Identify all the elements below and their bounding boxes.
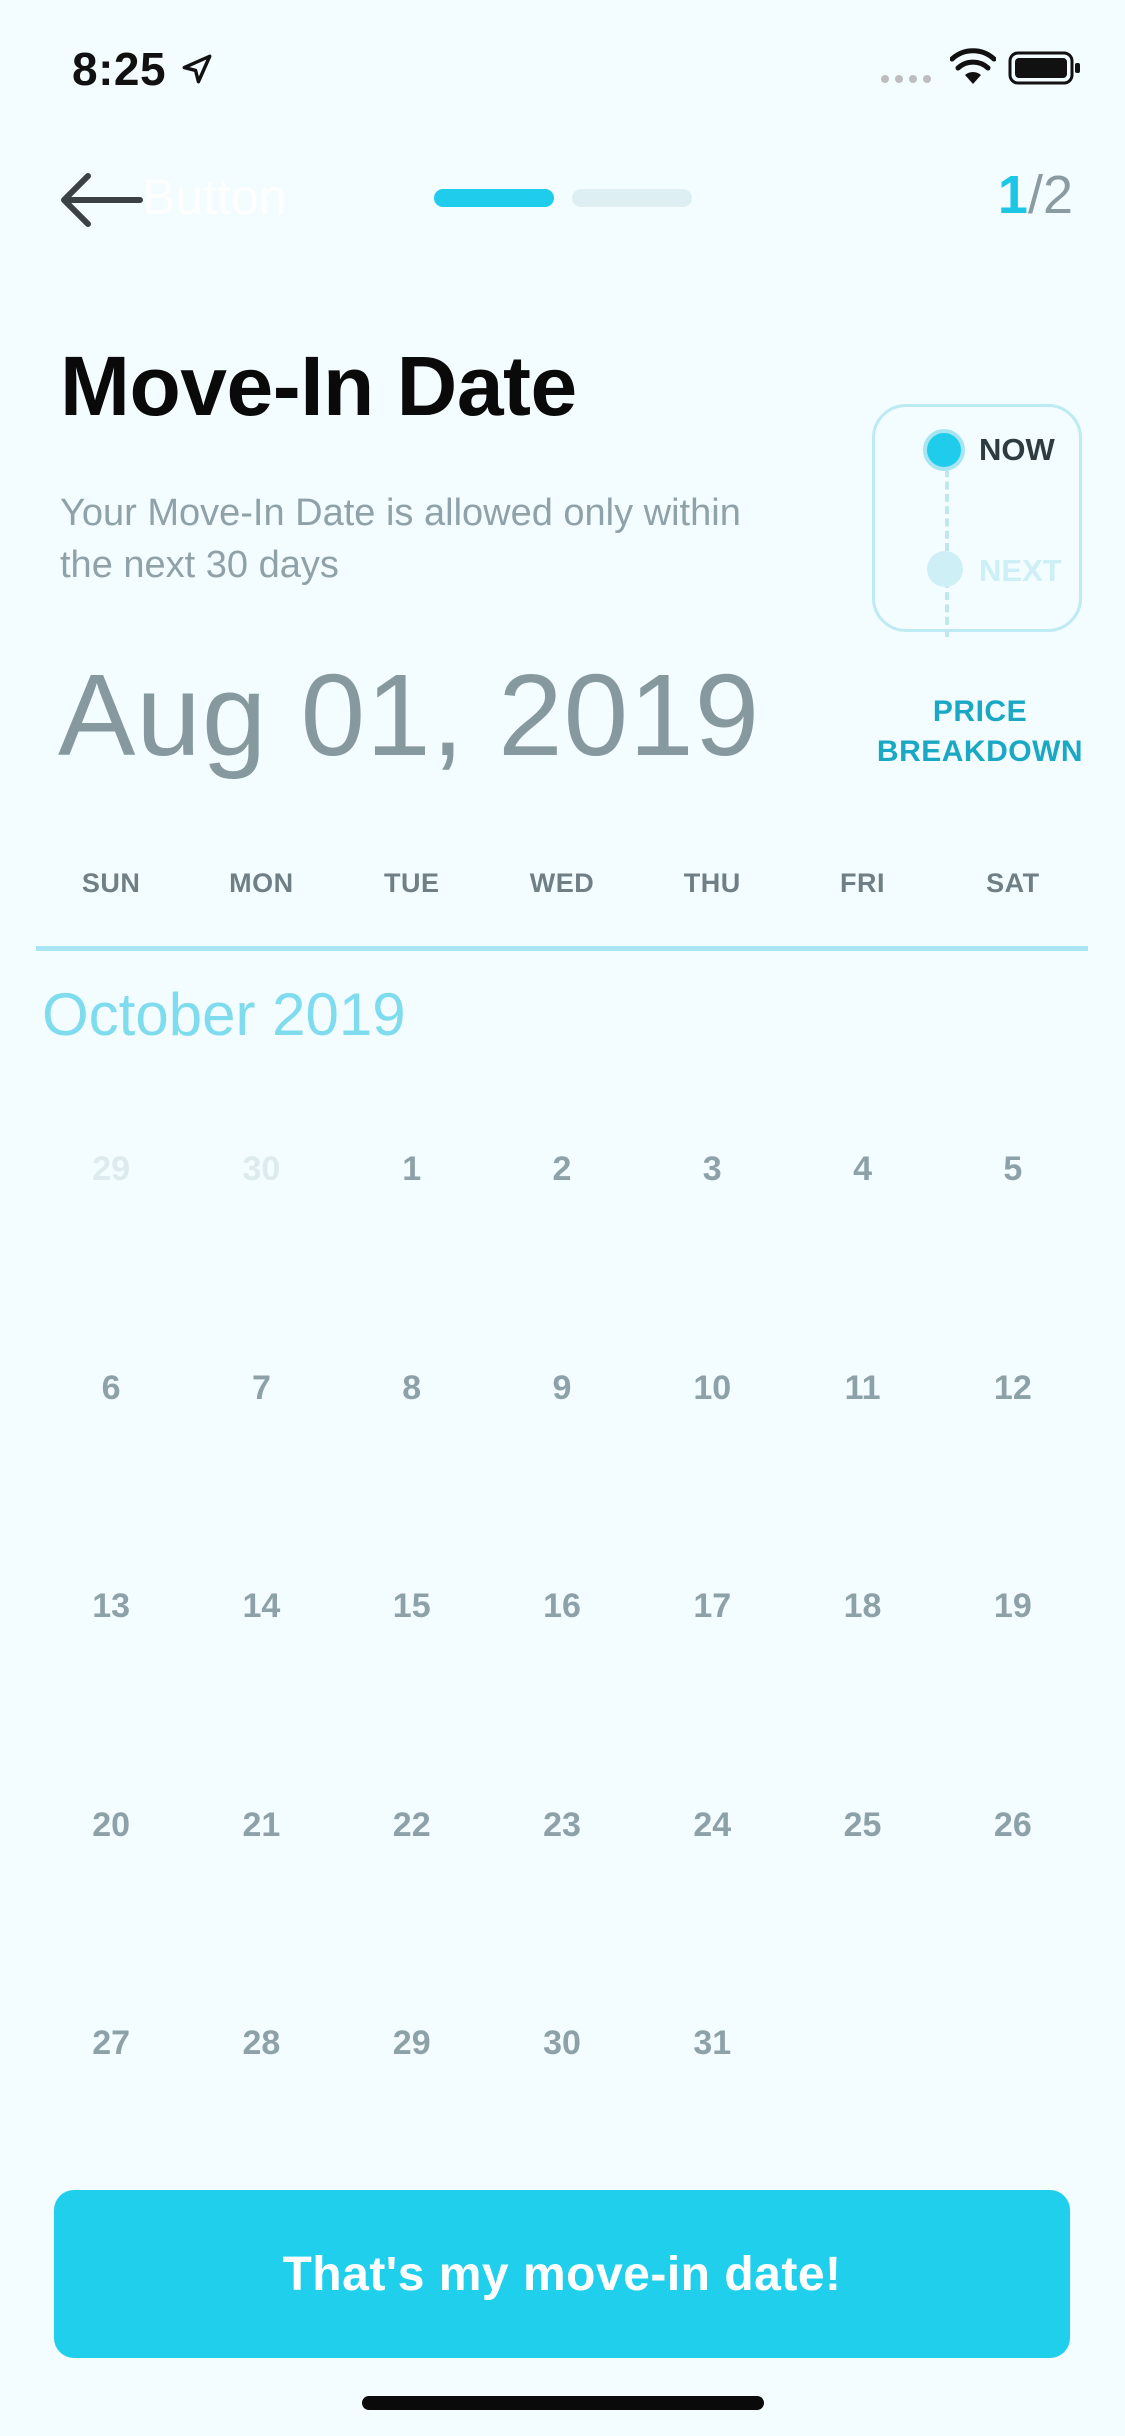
calendar-day[interactable]: 18 <box>787 1587 937 1806</box>
page-title: Move-In Date <box>60 339 577 433</box>
page-subtitle: Your Move-In Date is allowed only within… <box>60 492 741 586</box>
home-indicator <box>362 2396 764 2410</box>
weekday-header: SUN MON TUE WED THU FRI SAT <box>36 868 1088 918</box>
calendar-day[interactable]: 22 <box>337 1806 487 2025</box>
calendar-day[interactable]: 12 <box>938 1369 1088 1588</box>
weekday-divider <box>36 946 1088 951</box>
next-dot-icon <box>927 551 963 587</box>
progress-step-2 <box>572 189 692 207</box>
signal-icon <box>881 75 931 83</box>
calendar-week-row: 13 14 15 16 17 18 19 <box>36 1587 1088 1806</box>
calendar-day: 30 <box>242 1150 281 1188</box>
calendar-week-row: 20 21 22 23 24 25 26 <box>36 1806 1088 2025</box>
calendar-day: 29 <box>92 1150 131 1188</box>
calendar-grid: 29 30 1 2 3 4 5 6 7 8 9 10 11 12 13 14 15 16 17 18 19 20 21 22 2… <box>36 1150 1088 2243</box>
calendar-day[interactable]: 24 <box>637 1806 787 2025</box>
wifi-icon <box>950 48 996 84</box>
calendar-day[interactable]: 13 <box>36 1587 186 1806</box>
calendar-day[interactable]: 1 <box>337 1150 487 1369</box>
price-breakdown-link[interactable]: PRICE BREAKDOWN <box>870 692 1090 772</box>
calendar-day[interactable]: 25 <box>787 1806 937 2025</box>
battery-icon <box>1008 51 1080 85</box>
price-breakdown-line-2: BREAKDOWN <box>876 735 1084 768</box>
location-arrow-icon <box>182 54 212 84</box>
next-label: NEXT <box>979 553 1062 588</box>
back-button-hidden-label: Button <box>142 169 287 225</box>
calendar-day[interactable]: 11 <box>787 1369 937 1588</box>
calendar-day[interactable]: 2 <box>487 1150 637 1369</box>
calendar-day[interactable]: 14 <box>186 1587 336 1806</box>
now-label: NOW <box>979 432 1055 467</box>
calendar-week-row: 29 30 1 2 3 4 5 <box>36 1150 1088 1369</box>
calendar-day[interactable]: 10 <box>637 1369 787 1588</box>
calendar-day[interactable]: 15 <box>337 1587 487 1806</box>
calendar-day[interactable]: 8 <box>337 1369 487 1588</box>
weekday-label: FRI <box>840 868 886 898</box>
timeline-dashed-line <box>945 457 949 637</box>
weekday-label: SUN <box>81 868 141 898</box>
selected-date: Aug 01, 2019 <box>58 650 761 780</box>
now-next-timeline[interactable]: NOW NEXT <box>872 404 1082 637</box>
calendar-day[interactable]: 16 <box>487 1587 637 1806</box>
weekday-label: THU <box>683 868 741 898</box>
arrow-left-icon <box>61 173 143 227</box>
calendar-day[interactable]: 21 <box>186 1806 336 2025</box>
status-time: 8:25 <box>72 43 167 95</box>
now-dot-icon <box>923 429 965 471</box>
calendar-day[interactable]: 3 <box>637 1150 787 1369</box>
calendar-day[interactable]: 9 <box>487 1369 637 1588</box>
weekday-label: WED <box>529 868 595 898</box>
price-breakdown-line-1: PRICE <box>932 695 1028 728</box>
confirm-move-in-date-button[interactable]: That's my move-in date! <box>54 2190 1070 2358</box>
calendar-day[interactable]: 5 <box>938 1150 1088 1369</box>
step-current: 1 <box>997 165 1028 225</box>
calendar-day[interactable]: 26 <box>938 1806 1088 2025</box>
step-counter: 1/2 <box>998 164 1073 226</box>
step-total: /2 <box>1027 165 1073 225</box>
weekday-label: TUE <box>383 868 440 898</box>
calendar-week-row: 6 7 8 9 10 11 12 <box>36 1369 1088 1588</box>
calendar-day[interactable]: 23 <box>487 1806 637 2025</box>
progress-step-1 <box>434 189 554 207</box>
calendar-day[interactable]: 7 <box>186 1369 336 1588</box>
calendar-day[interactable]: 4 <box>787 1150 937 1369</box>
back-button[interactable] <box>58 168 148 232</box>
month-label: October 2019 <box>42 981 406 1048</box>
calendar-day[interactable]: 17 <box>637 1587 787 1806</box>
calendar-day[interactable]: 19 <box>938 1587 1088 1806</box>
calendar-day[interactable]: 6 <box>36 1369 186 1588</box>
calendar-day[interactable]: 20 <box>36 1806 186 2025</box>
weekday-label: MON <box>229 868 294 898</box>
weekday-label: SAT <box>986 868 1040 898</box>
